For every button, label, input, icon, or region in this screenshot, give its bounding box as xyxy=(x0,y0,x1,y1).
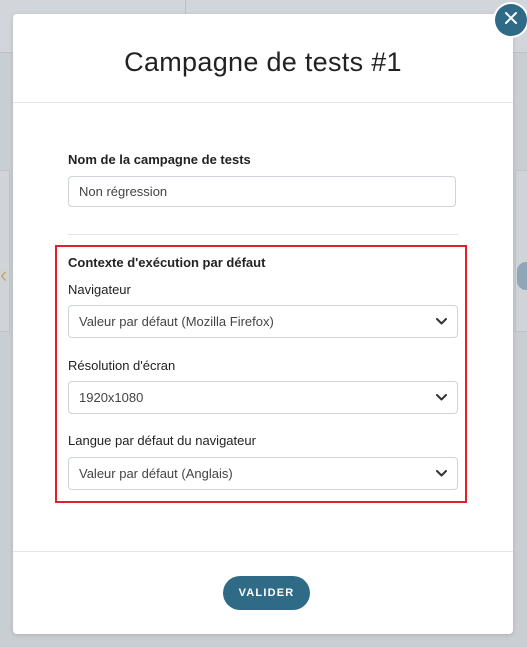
campaign-name-input[interactable] xyxy=(68,176,456,207)
browser-label: Navigateur xyxy=(68,282,131,297)
modal-header: Campagne de tests #1 xyxy=(13,14,513,103)
submit-button[interactable]: VALIDER xyxy=(223,576,310,610)
resolution-label: Résolution d'écran xyxy=(68,358,176,373)
background-card-left xyxy=(0,170,10,332)
language-select[interactable]: Valeur par défaut (Anglais) xyxy=(68,457,458,490)
chevron-down-icon xyxy=(435,392,447,404)
section-divider xyxy=(68,234,458,235)
background-button xyxy=(517,262,527,290)
language-label: Langue par défaut du navigateur xyxy=(68,433,256,448)
close-icon xyxy=(504,11,518,30)
background-chevron-icon: ‹ xyxy=(0,262,8,287)
background-card-right xyxy=(515,170,527,332)
execution-context-heading: Contexte d'exécution par défaut xyxy=(68,255,266,270)
close-button[interactable] xyxy=(495,4,527,36)
resolution-selected-value: 1920x1080 xyxy=(79,390,144,405)
chevron-down-icon xyxy=(435,468,447,480)
browser-selected-value: Valeur par défaut (Mozilla Firefox) xyxy=(79,314,274,329)
campaign-name-label: Nom de la campagne de tests xyxy=(68,152,251,167)
language-selected-value: Valeur par défaut (Anglais) xyxy=(79,466,233,481)
modal-title: Campagne de tests #1 xyxy=(124,46,402,77)
chevron-down-icon xyxy=(435,316,447,328)
browser-select[interactable]: Valeur par défaut (Mozilla Firefox) xyxy=(68,305,458,338)
footer-divider xyxy=(13,551,513,552)
resolution-select[interactable]: 1920x1080 xyxy=(68,381,458,414)
campaign-modal: Campagne de tests #1 Nom de la campagne … xyxy=(13,14,513,634)
